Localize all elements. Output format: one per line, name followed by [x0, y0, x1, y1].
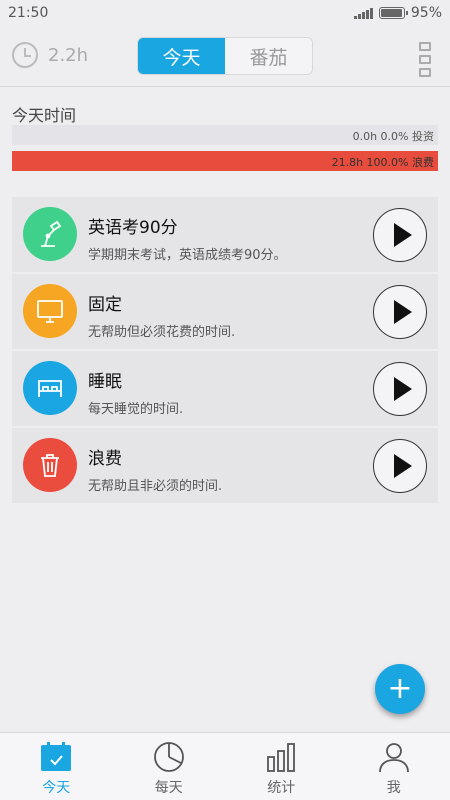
nav-item-today[interactable]: 今天 [0, 733, 113, 800]
task-list: 英语考90分 学期期末考试，英语成绩考90分。 固定 无帮助但必须花费的时间. … [12, 197, 438, 505]
play-icon [393, 300, 412, 324]
section-title: 今天时间 [12, 106, 77, 125]
invest-progress-bar: 0.0h 0.0% 投资 [12, 125, 438, 145]
top-header: 2.2h 今天 番茄 [0, 26, 450, 86]
nav-label: 今天 [42, 780, 71, 796]
task-title: 浪费 [88, 449, 122, 469]
signal-icon [353, 7, 373, 19]
status-bar: 21:50 95% [0, 0, 450, 26]
play-icon [393, 454, 412, 478]
waste-label: 21.8h 100.0% 浪费 [331, 156, 434, 169]
task-title: 固定 [88, 295, 122, 315]
monitor-icon [23, 284, 77, 338]
play-icon [393, 377, 412, 401]
segmented-control: 今天 番茄 [137, 37, 313, 75]
task-title: 英语考90分 [88, 218, 178, 238]
list-item[interactable]: 浪费 无帮助且非必须的时间. [12, 428, 438, 503]
battery-percent: 95% [410, 5, 442, 21]
lamp-icon [23, 207, 77, 261]
status-time: 21:50 [8, 5, 49, 21]
play-button[interactable] [373, 208, 427, 262]
nav-label: 我 [386, 780, 401, 796]
task-desc: 无帮助且非必须的时间. [88, 479, 223, 494]
status-right: 95% [353, 5, 442, 21]
clock-indicator[interactable]: 2.2h [12, 42, 88, 68]
list-item[interactable]: 睡眠 每天睡觉的时间. [12, 351, 438, 426]
calendar-check-icon [39, 741, 73, 773]
task-desc: 学期期末考试，英语成绩考90分。 [88, 248, 287, 263]
bar-chart-icon [264, 741, 298, 773]
nav-item-stats[interactable]: 统计 [225, 733, 338, 800]
nav-label: 统计 [267, 780, 296, 796]
tab-today[interactable]: 今天 [138, 38, 225, 74]
bed-icon [23, 361, 77, 415]
person-icon [377, 741, 411, 773]
task-title: 睡眠 [88, 372, 122, 392]
nav-item-me[interactable]: 我 [338, 733, 450, 800]
nav-label: 每天 [154, 780, 183, 796]
play-button[interactable] [373, 285, 427, 339]
task-desc: 每天睡觉的时间. [88, 402, 184, 417]
pie-chart-icon [152, 741, 186, 773]
bottom-nav: 今天 每天 统计 我 [0, 732, 450, 800]
tab-tomato[interactable]: 番茄 [225, 38, 312, 74]
battery-icon [378, 7, 408, 19]
nav-item-daily[interactable]: 每天 [113, 733, 226, 800]
invest-label: 0.0h 0.0% 投资 [352, 130, 434, 143]
list-item[interactable]: 英语考90分 学期期末考试，英语成绩考90分。 [12, 197, 438, 272]
waste-progress-bar: 21.8h 100.0% 浪费 [12, 151, 438, 171]
clock-icon [12, 42, 38, 68]
trash-icon [23, 438, 77, 492]
header-divider [0, 86, 450, 87]
play-button[interactable] [373, 439, 427, 493]
play-button[interactable] [373, 362, 427, 416]
add-button[interactable]: + [375, 664, 425, 714]
grid-menu-icon[interactable] [419, 42, 431, 77]
task-desc: 无帮助但必须花费的时间. [88, 325, 236, 340]
clock-hours: 2.2h [48, 44, 89, 66]
play-icon [393, 223, 412, 247]
list-item[interactable]: 固定 无帮助但必须花费的时间. [12, 274, 438, 349]
